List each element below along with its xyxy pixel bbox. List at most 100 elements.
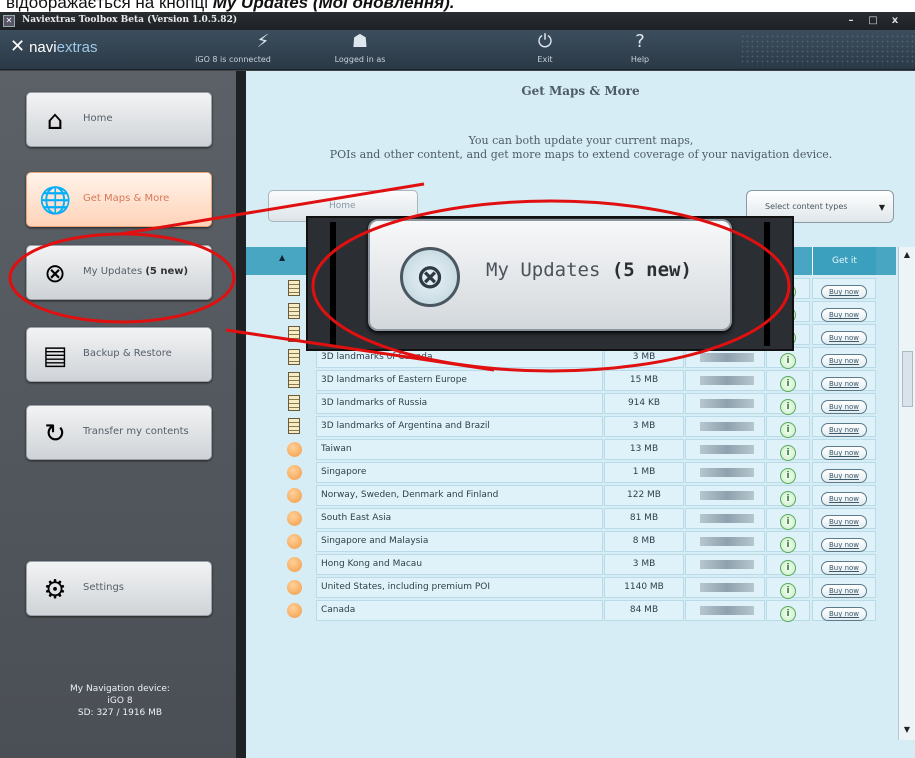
row-get-it: Buy now — [812, 347, 876, 368]
row-size: 84 MB — [604, 600, 684, 621]
row-info[interactable]: i — [766, 600, 810, 622]
row-price-redacted — [685, 508, 765, 529]
row-info[interactable]: i — [766, 554, 810, 576]
top-toolbar: ✕ naviextras ⚡ iGO 8 is connected ☗ Logge… — [0, 30, 915, 70]
row-get-it: Buy now — [812, 554, 876, 575]
building-icon — [288, 418, 300, 434]
row-info[interactable]: i — [766, 462, 810, 484]
sidebar-item-settings[interactable]: ⚙ Settings — [26, 561, 212, 616]
buy-now-button[interactable]: Buy now — [821, 423, 867, 437]
row-size: 15 MB — [604, 370, 684, 391]
maximize-button[interactable]: □ — [862, 14, 884, 28]
row-info[interactable]: i — [766, 439, 810, 461]
row-type-icon — [274, 485, 314, 506]
page-title: Get Maps & More — [521, 84, 640, 98]
help-icon: ? — [635, 31, 645, 52]
row-get-it: Buy now — [812, 324, 876, 345]
buy-now-button[interactable]: Buy now — [821, 538, 867, 552]
building-icon — [288, 280, 300, 296]
info-icon[interactable]: i — [780, 537, 796, 553]
buy-now-button[interactable]: Buy now — [821, 354, 867, 368]
scroll-thumb[interactable] — [902, 351, 913, 407]
row-get-it: Buy now — [812, 439, 876, 460]
row-info[interactable]: i — [766, 531, 810, 553]
buy-now-button[interactable]: Buy now — [821, 515, 867, 529]
row-type-icon — [274, 554, 314, 575]
login-status[interactable]: ☗ Logged in as — [300, 31, 420, 65]
buy-now-button[interactable]: Buy now — [821, 469, 867, 483]
buy-now-button[interactable]: Buy now — [821, 285, 867, 299]
row-type-icon — [274, 600, 314, 621]
sort-up-icon[interactable]: ▲ — [279, 253, 285, 262]
info-icon[interactable]: i — [780, 606, 796, 622]
main-panel: Get Maps & More You can both update your… — [246, 71, 915, 758]
buy-now-button[interactable]: Buy now — [821, 331, 867, 345]
scroll-up-icon[interactable]: ▲ — [901, 250, 913, 262]
row-size: 8 MB — [604, 531, 684, 552]
table-row: Norway, Sweden, Denmark and Finland 122 M… — [246, 484, 896, 507]
row-price-redacted — [685, 554, 765, 575]
row-name: Singapore — [316, 462, 603, 483]
sidebar-item-home[interactable]: ⌂ Home — [26, 92, 212, 147]
row-info[interactable]: i — [766, 485, 810, 507]
vertical-scrollbar[interactable]: ▲ ▼ — [898, 247, 915, 740]
row-price-redacted — [685, 439, 765, 460]
row-type-icon — [274, 462, 314, 483]
info-icon[interactable]: i — [780, 422, 796, 438]
info-icon[interactable]: i — [780, 583, 796, 599]
device-info: My Navigation device: iGO 8 SD: 327 / 19… — [70, 684, 170, 718]
row-get-it: Buy now — [812, 508, 876, 529]
minimize-button[interactable]: – — [840, 14, 862, 28]
row-size: 81 MB — [604, 508, 684, 529]
row-size: 3 MB — [604, 416, 684, 437]
zoomed-my-updates-button[interactable]: ⊗ My Updates (5 new) — [368, 219, 732, 331]
globe-icon — [286, 580, 302, 595]
top-caption: відображається на кнопці My Updates (Мої… — [0, 0, 915, 12]
help-button[interactable]: ? Help — [620, 31, 660, 65]
row-get-it: Buy now — [812, 485, 876, 506]
row-info[interactable]: i — [766, 508, 810, 530]
info-icon[interactable]: i — [780, 376, 796, 392]
info-icon[interactable]: i — [780, 353, 796, 369]
row-name: 3D landmarks of Argentina and Brazil — [316, 416, 603, 437]
buy-now-button[interactable]: Buy now — [821, 584, 867, 598]
row-info[interactable]: i — [766, 577, 810, 599]
buy-now-button[interactable]: Buy now — [821, 400, 867, 414]
toolbar-pattern — [740, 34, 915, 66]
table-row: Singapore 1 MB i Buy now — [246, 461, 896, 484]
info-icon[interactable]: i — [780, 514, 796, 530]
info-icon[interactable]: i — [780, 399, 796, 415]
close-button[interactable]: x — [884, 14, 906, 28]
sidebar-item-backup[interactable]: ▤ Backup & Restore — [26, 327, 212, 382]
globe-icon — [286, 488, 302, 503]
info-icon[interactable]: i — [780, 468, 796, 484]
table-row: South East Asia 81 MB i Buy now — [246, 507, 896, 530]
sidebar-divider — [236, 71, 246, 758]
exit-button[interactable]: ⏻ Exit — [515, 32, 575, 65]
row-size: 914 KB — [604, 393, 684, 414]
sidebar-item-transfer[interactable]: ↻ Transfer my contents — [26, 405, 212, 460]
row-size: 13 MB — [604, 439, 684, 460]
buy-now-button[interactable]: Buy now — [821, 308, 867, 322]
sidebar-item-get-maps[interactable]: 🌐 Get Maps & More — [26, 172, 212, 227]
buy-now-button[interactable]: Buy now — [821, 446, 867, 460]
row-size: 122 MB — [604, 485, 684, 506]
globe-icon — [286, 465, 302, 480]
buy-now-button[interactable]: Buy now — [821, 377, 867, 391]
row-price-redacted — [685, 600, 765, 621]
row-info[interactable]: i — [766, 416, 810, 438]
row-type-icon — [274, 577, 314, 598]
buy-now-button[interactable]: Buy now — [821, 492, 867, 506]
buy-now-button[interactable]: Buy now — [821, 561, 867, 575]
info-icon[interactable]: i — [780, 560, 796, 576]
sidebar-item-my-updates[interactable]: ⊗ My Updates (5 new) — [26, 245, 212, 300]
row-info[interactable]: i — [766, 393, 810, 415]
row-info[interactable]: i — [766, 370, 810, 392]
user-icon: ☗ — [351, 31, 369, 52]
buy-now-button[interactable]: Buy now — [821, 607, 867, 621]
row-name: Norway, Sweden, Denmark and Finland — [316, 485, 603, 506]
naviextras-logo: ✕ naviextras — [10, 36, 98, 56]
scroll-down-icon[interactable]: ▼ — [901, 725, 913, 737]
info-icon[interactable]: i — [780, 491, 796, 507]
info-icon[interactable]: i — [780, 445, 796, 461]
